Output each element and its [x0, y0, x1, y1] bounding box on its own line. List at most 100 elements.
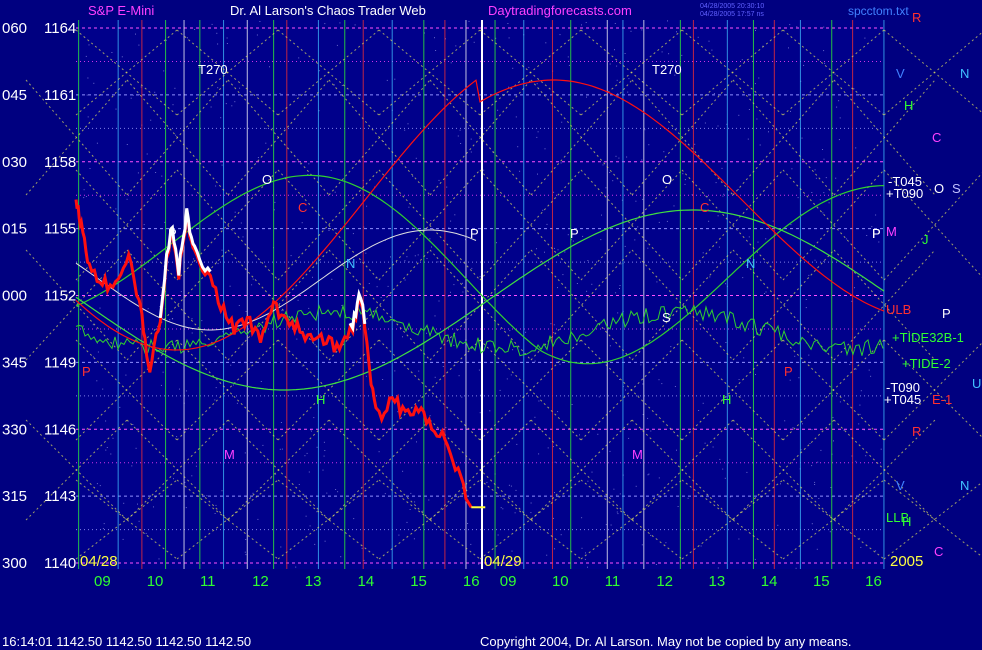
right-label: S — [952, 181, 961, 196]
star — [214, 399, 216, 401]
x-tick-label: 10 — [552, 573, 569, 590]
star — [242, 236, 244, 238]
star — [605, 524, 607, 526]
star — [467, 523, 469, 524]
star — [619, 288, 620, 289]
star — [626, 60, 628, 62]
star — [138, 520, 140, 522]
star — [340, 556, 342, 558]
star — [586, 290, 588, 292]
star — [544, 251, 545, 253]
star — [86, 94, 88, 96]
star — [747, 506, 749, 508]
star — [455, 45, 457, 47]
in-plot-label: P — [470, 226, 479, 241]
star — [187, 37, 188, 39]
star — [390, 256, 391, 258]
y-price-label: 1158 — [44, 154, 76, 171]
star — [323, 441, 325, 443]
star — [130, 97, 132, 99]
star — [811, 465, 813, 467]
star — [823, 192, 825, 194]
star — [553, 517, 554, 519]
right-label: V — [896, 66, 905, 81]
star — [324, 23, 326, 25]
star — [154, 91, 156, 93]
star — [328, 230, 330, 231]
star — [386, 79, 388, 81]
star — [759, 144, 761, 146]
star — [878, 241, 880, 243]
y-price-label: 1146 — [44, 421, 76, 438]
star — [717, 215, 719, 217]
star — [571, 404, 573, 405]
star — [324, 540, 326, 542]
star — [544, 148, 546, 150]
star — [366, 205, 368, 207]
in-plot-label: P — [82, 364, 91, 379]
star — [398, 534, 400, 536]
star — [585, 552, 586, 554]
star — [559, 363, 561, 365]
star — [184, 481, 186, 483]
star — [242, 342, 244, 344]
star — [554, 247, 555, 249]
in-plot-label: P — [872, 226, 881, 241]
star — [519, 170, 521, 172]
star — [295, 161, 297, 163]
star — [122, 538, 124, 540]
star — [314, 543, 316, 545]
star — [755, 30, 756, 31]
star — [647, 417, 649, 419]
star — [150, 119, 152, 121]
star — [576, 283, 578, 284]
star — [112, 437, 114, 439]
y-price-label: 1140 — [44, 555, 76, 572]
star — [211, 23, 213, 25]
in-plot-label: H — [722, 392, 731, 407]
star — [135, 447, 137, 449]
star — [378, 451, 380, 453]
star — [597, 433, 599, 435]
star — [667, 20, 668, 22]
star — [500, 507, 502, 509]
date-label: 04/29 — [484, 553, 522, 570]
star — [461, 396, 463, 398]
star — [711, 49, 713, 51]
star — [746, 471, 748, 473]
star — [836, 106, 838, 108]
star — [497, 109, 499, 111]
star — [265, 142, 267, 144]
star — [442, 366, 444, 367]
star — [176, 436, 178, 438]
star — [557, 249, 559, 251]
star — [748, 109, 750, 110]
star — [859, 404, 861, 406]
star — [226, 37, 228, 39]
star — [768, 131, 769, 133]
star — [470, 543, 472, 545]
in-plot-label: P — [570, 226, 579, 241]
star — [462, 291, 464, 293]
star — [700, 545, 702, 547]
star — [503, 296, 505, 298]
star — [616, 79, 618, 81]
star — [365, 252, 367, 254]
x-tick-label: 11 — [605, 573, 621, 590]
star — [579, 434, 580, 436]
star — [855, 460, 857, 462]
star — [194, 29, 196, 30]
star — [628, 78, 630, 80]
star — [625, 389, 626, 391]
star — [724, 477, 726, 479]
star — [166, 356, 168, 358]
star — [434, 376, 436, 378]
star — [430, 220, 432, 221]
star — [536, 248, 537, 250]
star — [866, 235, 868, 236]
star — [215, 185, 217, 187]
star — [538, 400, 540, 402]
star — [796, 26, 798, 28]
star — [670, 346, 672, 348]
star — [438, 179, 440, 181]
